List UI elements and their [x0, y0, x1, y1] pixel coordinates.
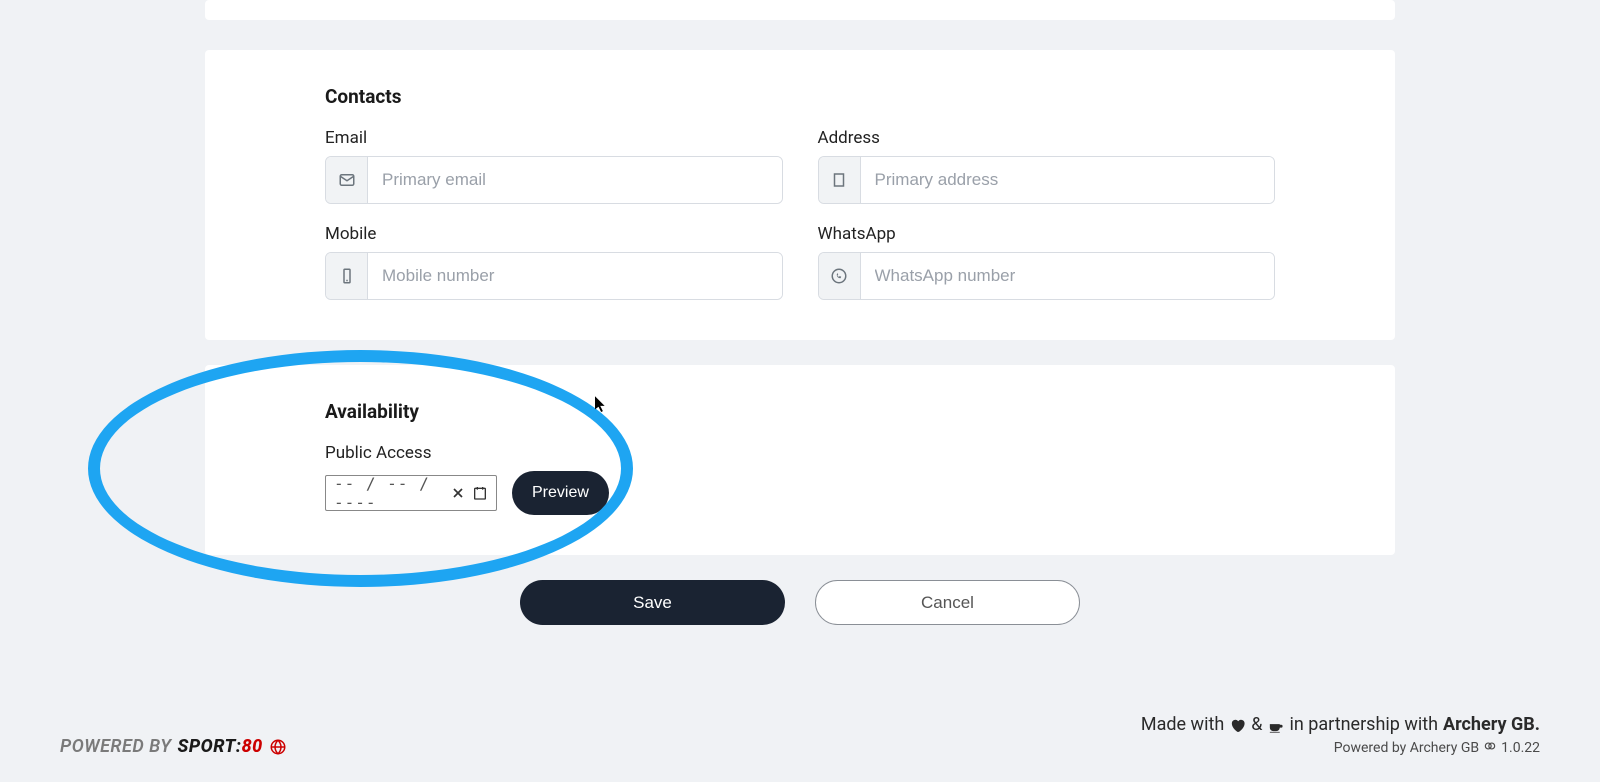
public-access-date-input[interactable]: -- / -- / ----	[325, 475, 497, 511]
email-label: Email	[325, 128, 783, 148]
target-icon	[1483, 739, 1497, 757]
address-field-group: Address	[818, 128, 1276, 204]
whatsapp-input-group	[818, 252, 1276, 300]
ampersand-text: &	[1251, 714, 1262, 735]
powered-line2-text: Powered by Archery GB	[1334, 740, 1479, 756]
annotation-circle	[88, 350, 633, 587]
footer-right: Made with & in partnership with Archery …	[1141, 714, 1540, 757]
sport-text: SPORT:	[177, 736, 241, 757]
made-with-text: Made with	[1141, 714, 1224, 735]
whatsapp-input[interactable]	[861, 253, 1275, 299]
cancel-button[interactable]: Cancel	[815, 580, 1080, 625]
whatsapp-icon	[819, 253, 861, 299]
footer-made-with: Made with & in partnership with Archery …	[1141, 714, 1540, 735]
mobile-label: Mobile	[325, 224, 783, 244]
address-label: Address	[818, 128, 1276, 148]
top-card-strip	[205, 0, 1395, 20]
date-placeholder-text: -- / -- / ----	[334, 474, 450, 512]
address-input-group	[818, 156, 1276, 204]
footer: POWERED BY SPORT:80 Made with & in partn…	[0, 714, 1600, 782]
footer-left: POWERED BY SPORT:80	[60, 736, 287, 757]
clear-icon[interactable]	[450, 485, 466, 501]
heart-icon	[1229, 714, 1246, 735]
envelope-icon	[326, 157, 368, 203]
availability-card: Availability Public Access -- / -- / ---…	[205, 365, 1395, 555]
building-icon	[819, 157, 861, 203]
email-field-group: Email	[325, 128, 783, 204]
partnership-text: in partnership with	[1289, 714, 1438, 735]
contacts-title: Contacts	[325, 85, 1275, 108]
eighty-text: 80	[242, 736, 263, 757]
email-input[interactable]	[368, 157, 782, 203]
contacts-card: Contacts Email Address	[205, 50, 1395, 340]
mobile-input-group	[325, 252, 783, 300]
mobile-input[interactable]	[368, 253, 782, 299]
public-access-label: Public Access	[325, 443, 1275, 463]
calendar-icon[interactable]	[472, 485, 488, 501]
whatsapp-field-group: WhatsApp	[818, 224, 1276, 300]
preview-button[interactable]: Preview	[512, 471, 609, 515]
mobile-field-group: Mobile	[325, 224, 783, 300]
sport80-brand: SPORT:80	[177, 736, 262, 757]
save-button[interactable]: Save	[520, 580, 785, 625]
powered-by-text: POWERED BY	[60, 736, 171, 757]
action-button-row: Save Cancel	[205, 580, 1395, 625]
address-input[interactable]	[861, 157, 1275, 203]
phone-icon	[326, 253, 368, 299]
archery-gb-text: Archery GB.	[1443, 714, 1540, 735]
whatsapp-label: WhatsApp	[818, 224, 1276, 244]
availability-title: Availability	[325, 400, 1275, 423]
email-input-group	[325, 156, 783, 204]
coffee-icon	[1267, 714, 1284, 735]
version-text: 1.0.22	[1501, 740, 1540, 756]
footer-version-line: Powered by Archery GB 1.0.22	[1141, 739, 1540, 757]
globe-icon	[269, 738, 287, 756]
